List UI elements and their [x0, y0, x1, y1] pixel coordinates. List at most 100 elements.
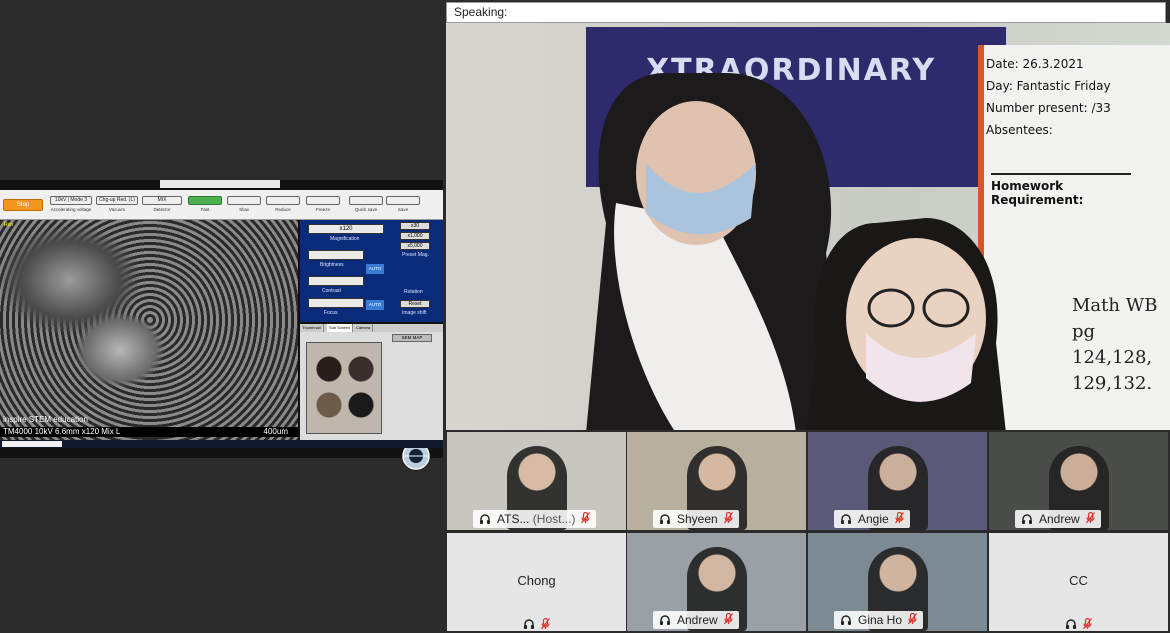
sem-map-button[interactable]: SEM MAP: [392, 334, 432, 342]
participant-name-pill: Angie: [834, 510, 910, 528]
mic-muted-icon[interactable]: [908, 612, 918, 630]
participant-name-pill: Gina Ho: [834, 611, 924, 631]
participant-name: Angie: [858, 512, 889, 526]
participant-name-pill: Andrew: [1015, 510, 1101, 528]
participant-name-pill: ATS... (Host...): [473, 510, 597, 530]
mic-muted-icon[interactable]: [1080, 615, 1095, 631]
main-video[interactable]: XTRAORDINARY Date: 26.3.2021 Day: Fantas…: [446, 23, 1170, 430]
reduce-label: Reduce: [275, 207, 291, 212]
save-button[interactable]: [386, 196, 420, 205]
taskbar-search[interactable]: [2, 441, 62, 447]
magnification-label: Magnification: [330, 236, 360, 242]
participant-status-icons: [989, 615, 1168, 631]
quick-save-button[interactable]: [349, 196, 383, 205]
stop-button[interactable]: Stop: [3, 199, 43, 211]
participant-name: Gina Ho: [858, 613, 903, 627]
participant-tile[interactable]: Shyeen: [627, 432, 806, 530]
quick-save-label: Quick save: [354, 207, 378, 212]
sem-toolbar: Stop 10kV | Mode 3 Accelerating voltage …: [0, 190, 443, 220]
speaking-indicator: Speaking:: [446, 2, 1166, 23]
focus-slider[interactable]: [308, 298, 364, 308]
headphone-icon: [840, 613, 852, 631]
headphone-icon: [659, 512, 671, 530]
shared-screen: Stop 10kV | Mode 3 Accelerating voltage …: [0, 180, 443, 470]
run-indicator: Run: [4, 222, 14, 228]
participant-status-icons: [447, 615, 626, 631]
freeze-label: Freeze: [315, 207, 330, 212]
participant-tile[interactable]: Andrew: [989, 432, 1168, 530]
mic-muted-icon[interactable]: [1085, 511, 1095, 529]
preset-mag-label: Preset Mag.: [402, 252, 429, 258]
participant-tile[interactable]: Gina Ho: [808, 533, 987, 631]
handwriting-line-2: pg 124,128,: [1072, 321, 1153, 368]
detector-label: Detector: [153, 207, 171, 212]
rotation-label: Rotation: [404, 289, 423, 295]
image-shift-label: Image shift: [402, 310, 427, 316]
vacuum-select[interactable]: Chg-up Red. (L): [96, 196, 138, 205]
participant-name: Shyeen: [677, 512, 718, 526]
sample-holder-image: [306, 342, 382, 434]
detector-select[interactable]: MIX: [142, 196, 182, 205]
freeze-button[interactable]: [306, 196, 340, 205]
participant-tile[interactable]: Chong: [447, 533, 626, 631]
participant-name-pill: Andrew: [653, 611, 739, 629]
headphone-icon: [659, 613, 671, 631]
scale-bar-label: 400um: [263, 427, 288, 436]
preset-mag-3-button[interactable]: x5,000: [400, 242, 430, 250]
mic-muted-icon[interactable]: [538, 615, 553, 631]
participant-name: Chong: [517, 573, 556, 588]
headphone-icon: [520, 615, 538, 631]
participant-name: ATS...: [497, 512, 530, 526]
slow-scan-button[interactable]: [227, 196, 261, 205]
speakers-video-figures: [586, 73, 1006, 430]
reset-button[interactable]: Reset: [400, 300, 430, 308]
status-text: TM4000 10kV 6.6mm x120 Mix L: [3, 427, 121, 436]
participant-tile[interactable]: ATS... (Host...): [447, 432, 626, 530]
fast-scan-button[interactable]: [188, 196, 222, 205]
reduce-button[interactable]: [266, 196, 300, 205]
headphone-icon: [840, 512, 852, 530]
preset-mag-1-button[interactable]: x30: [400, 222, 430, 230]
headphone-icon: [1062, 615, 1080, 631]
participant-tile[interactable]: Angie: [808, 432, 987, 530]
host-suffix: (Host...): [532, 512, 576, 526]
sem-image-view[interactable]: Run inspire STEM education: [0, 220, 298, 440]
sem-control-panel: x120 Magnification x30 x1,000 x5,000 Pre…: [300, 220, 443, 322]
brightness-slider[interactable]: [308, 250, 364, 260]
mic-muted-icon[interactable]: [723, 511, 733, 529]
sub-screen: SEM MAP: [300, 332, 443, 440]
watermark: inspire STEM education: [3, 415, 88, 424]
sem-status-line: TM4000 10kV 6.6mm x120 Mix L 400um: [0, 427, 298, 437]
participant-tile[interactable]: CC: [989, 533, 1168, 631]
auto-focus-button[interactable]: AUTO: [366, 300, 384, 310]
whiteboard-homework: Homework Requirement:: [991, 173, 1131, 207]
tab-thumbnail[interactable]: Thumbnail: [300, 324, 324, 332]
whiteboard-handwriting: Math WB pg 124,128, 129,132.: [1072, 293, 1170, 397]
participant-name: Andrew: [1039, 512, 1080, 526]
contrast-label: Contrast: [322, 288, 341, 294]
accel-voltage-label: Accelerating voltage: [50, 207, 92, 212]
sem-tab-bar: Thumbnail Sub Screen Camera: [300, 324, 443, 332]
handwriting-line-3: 129,132.: [1072, 373, 1153, 394]
handwriting-line-1: Math WB: [1072, 295, 1158, 316]
accel-voltage-select[interactable]: 10kV | Mode 3: [50, 196, 92, 205]
vacuum-label: Vacuum: [108, 207, 126, 212]
participant-name-pill: Shyeen: [653, 510, 739, 528]
tab-camera[interactable]: Camera: [354, 324, 374, 332]
tab-sub-screen[interactable]: Sub Screen: [327, 324, 353, 332]
magnification-display[interactable]: x120: [308, 224, 384, 234]
focus-label: Focus: [324, 310, 338, 316]
mic-muted-icon[interactable]: [723, 612, 733, 630]
taskbar: [0, 440, 443, 448]
headphone-icon: [1021, 512, 1033, 530]
contrast-slider[interactable]: [308, 276, 364, 286]
preset-mag-2-button[interactable]: x1,000: [400, 232, 430, 240]
mic-muted-icon[interactable]: [894, 511, 904, 529]
save-label: Save: [397, 207, 409, 212]
auto-brightness-button[interactable]: AUTO: [366, 264, 384, 274]
mic-muted-icon[interactable]: [581, 511, 591, 529]
participant-tile[interactable]: Andrew: [627, 533, 806, 631]
headphone-icon: [479, 512, 491, 530]
participant-name: Andrew: [677, 613, 718, 627]
fast-label: Fast: [200, 207, 210, 212]
